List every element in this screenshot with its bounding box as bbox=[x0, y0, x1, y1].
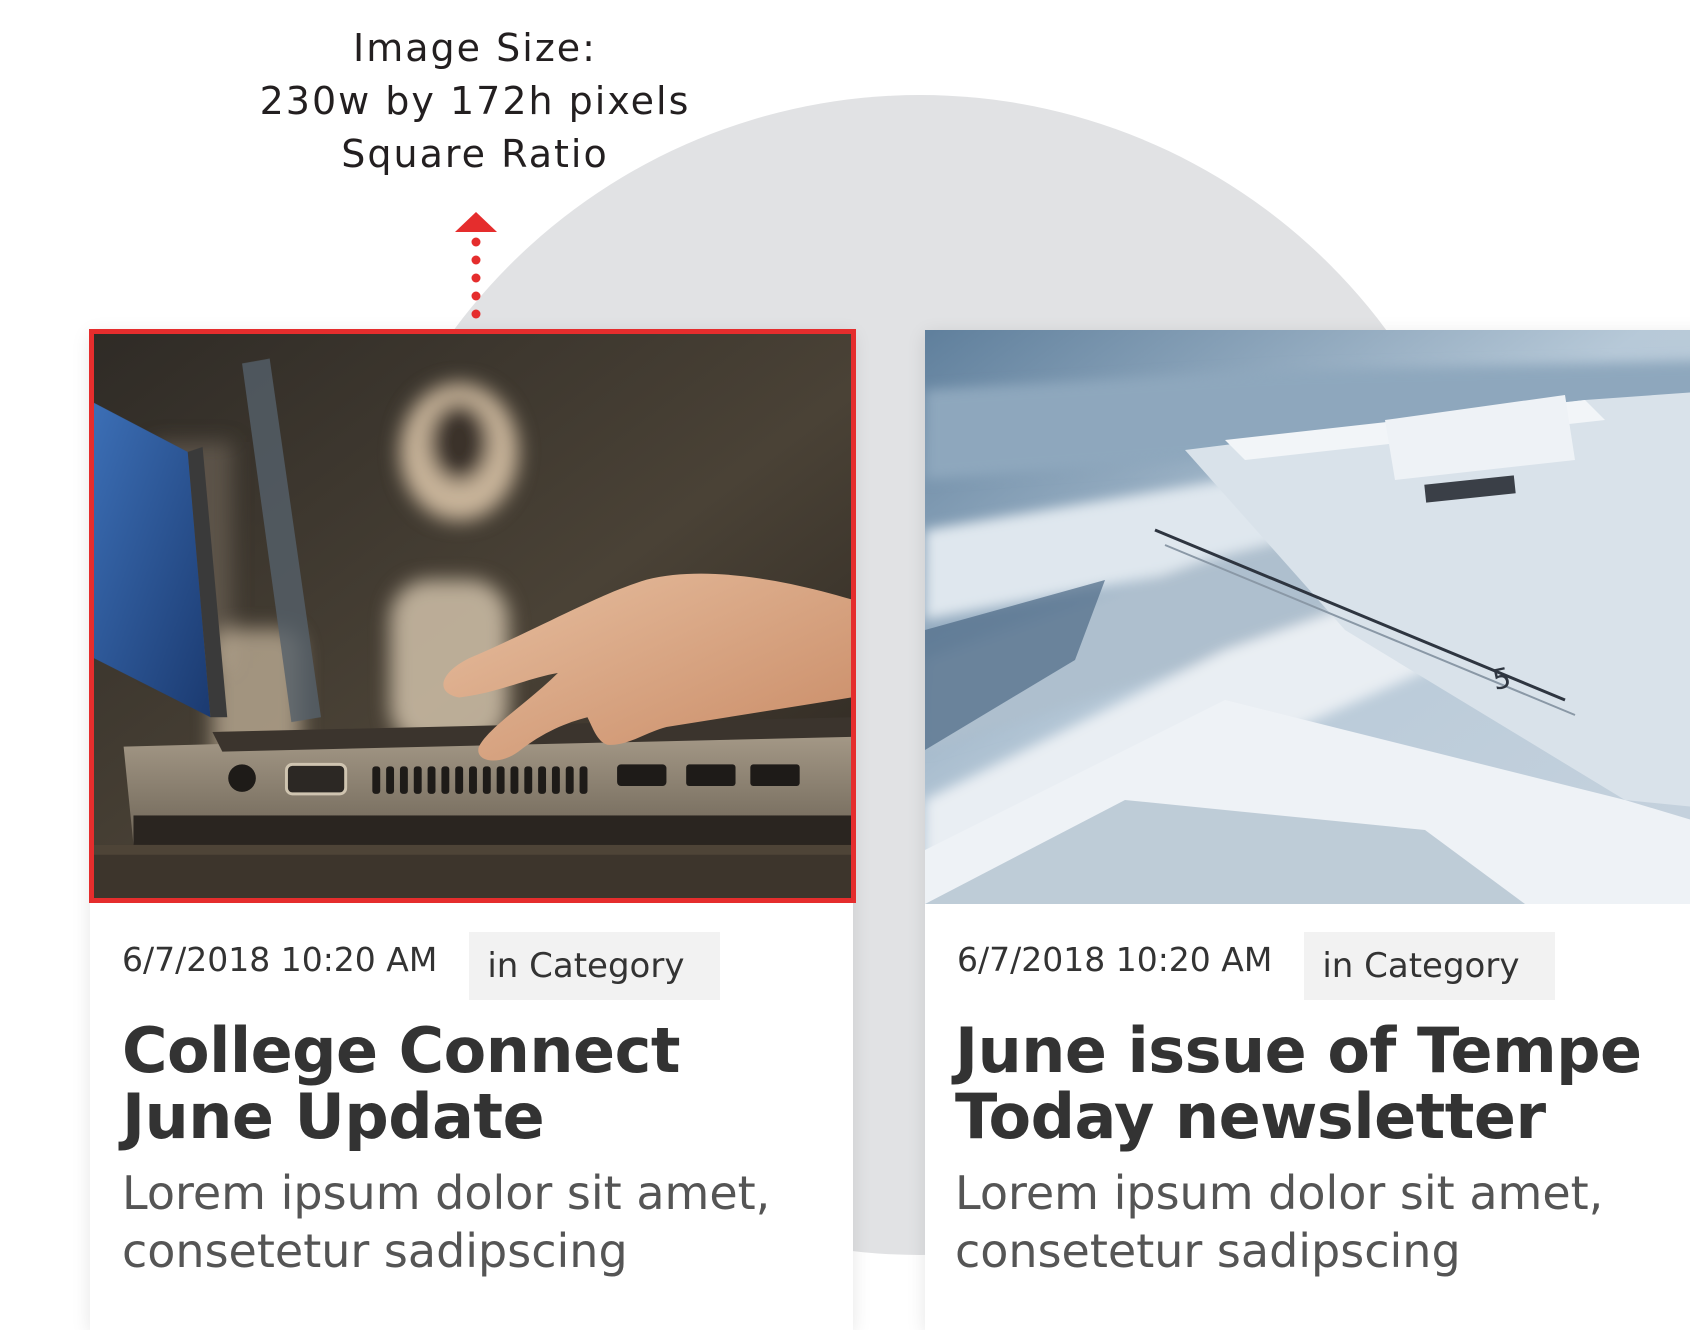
annotation-line-1: Image Size: bbox=[353, 26, 597, 70]
card-title[interactable]: College Connect June Update bbox=[122, 1018, 842, 1150]
card-image-laptop[interactable] bbox=[89, 329, 856, 903]
arrow-up-icon bbox=[455, 212, 497, 319]
news-card[interactable]: 6/7/2018 10:20 AM in Category College Co… bbox=[89, 329, 856, 1330]
laptop-typing-photo-icon bbox=[94, 334, 851, 898]
card-excerpt: Lorem ipsum dolor sit amet, consetetur s… bbox=[122, 1166, 771, 1278]
card-meta: 6/7/2018 10:20 AM in Category bbox=[957, 932, 1556, 1000]
news-card[interactable]: 5 6/7/2018 10:20 AM in Category June iss… bbox=[925, 330, 1690, 1330]
card-meta: 6/7/2018 10:20 AM in Category bbox=[122, 932, 721, 1000]
card-excerpt: Lorem ipsum dolor sit amet, consetetur s… bbox=[955, 1166, 1604, 1278]
card-title[interactable]: June issue of Tempe Today newsletter bbox=[955, 1018, 1675, 1150]
annotation-line-3: Square Ratio bbox=[341, 132, 609, 176]
category-tag[interactable]: in Category bbox=[1304, 932, 1556, 1000]
newspaper-stack-photo-icon: 5 bbox=[925, 330, 1690, 904]
card-image-newspaper[interactable]: 5 bbox=[925, 330, 1690, 904]
annotation-line-2: 230w by 172h pixels bbox=[259, 79, 691, 123]
image-size-annotation: Image Size: 230w by 172h pixels Square R… bbox=[230, 22, 720, 181]
card-date: 6/7/2018 10:20 AM bbox=[957, 940, 1273, 979]
card-date: 6/7/2018 10:20 AM bbox=[122, 940, 438, 979]
category-tag[interactable]: in Category bbox=[469, 932, 721, 1000]
